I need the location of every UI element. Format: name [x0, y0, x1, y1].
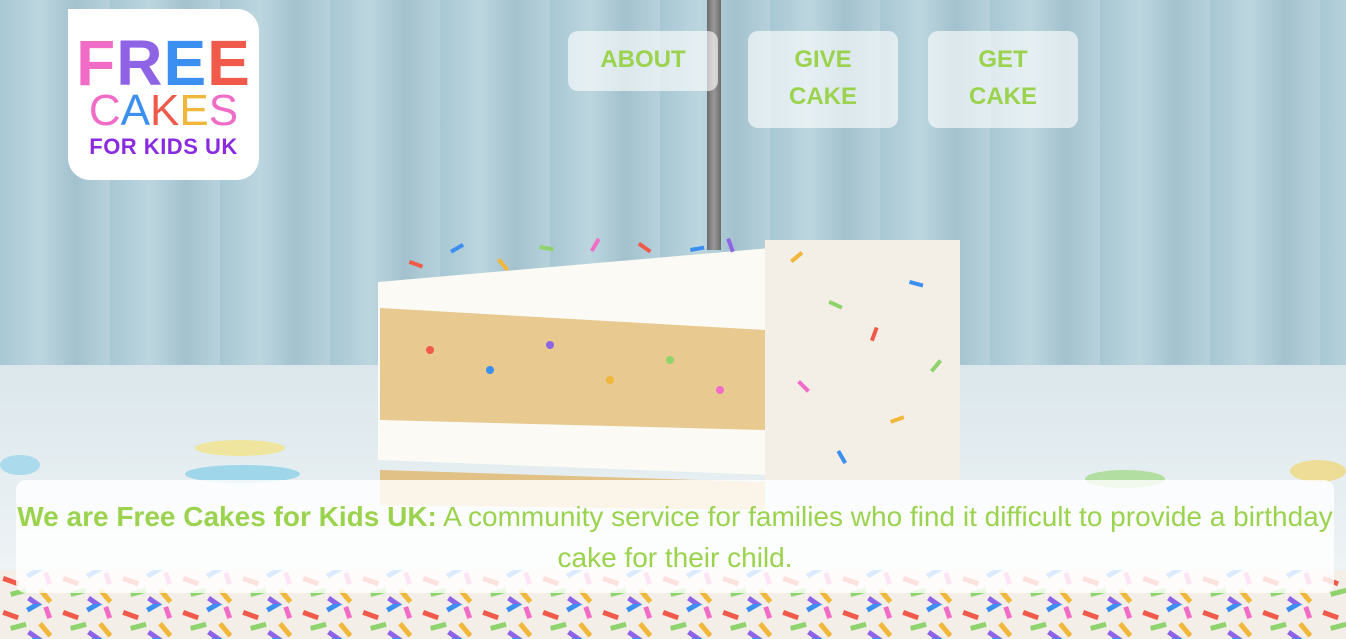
logo-tagline: FOR KIDS UK [89, 134, 238, 159]
logo-letter: K [150, 86, 180, 135]
nav-give-label-line2: CAKE [788, 83, 857, 110]
nav-get-cake-button[interactable]: GET CAKE [928, 31, 1078, 128]
nav-give-cake-button[interactable]: GIVE CAKE [748, 31, 898, 128]
confetti-dot [195, 440, 285, 456]
logo-letter: C [88, 86, 121, 135]
nav-about-label: ABOUT [600, 46, 686, 73]
confetti-dot [1290, 460, 1346, 482]
logo-letter: A [120, 86, 151, 135]
intro-banner-heading: We are Free Cakes for Kids UK: [17, 501, 437, 532]
confetti-dot [0, 455, 40, 475]
site-logo[interactable]: FREE CAKES FOR KIDS UK [68, 9, 259, 180]
logo-letter: E [179, 86, 209, 135]
nav-give-label-line1: GIVE [794, 46, 852, 73]
logo-letter: S [208, 86, 239, 135]
intro-banner: We are Free Cakes for Kids UK: A communi… [16, 480, 1334, 593]
nav-get-label-line2: CAKE [968, 83, 1037, 110]
nav-about-button[interactable]: ABOUT [568, 31, 718, 91]
nav-get-label-line1: GET [978, 46, 1028, 73]
intro-banner-text: A community service for families who fin… [436, 501, 1333, 573]
logo-word-cakes: CAKES [68, 89, 259, 133]
